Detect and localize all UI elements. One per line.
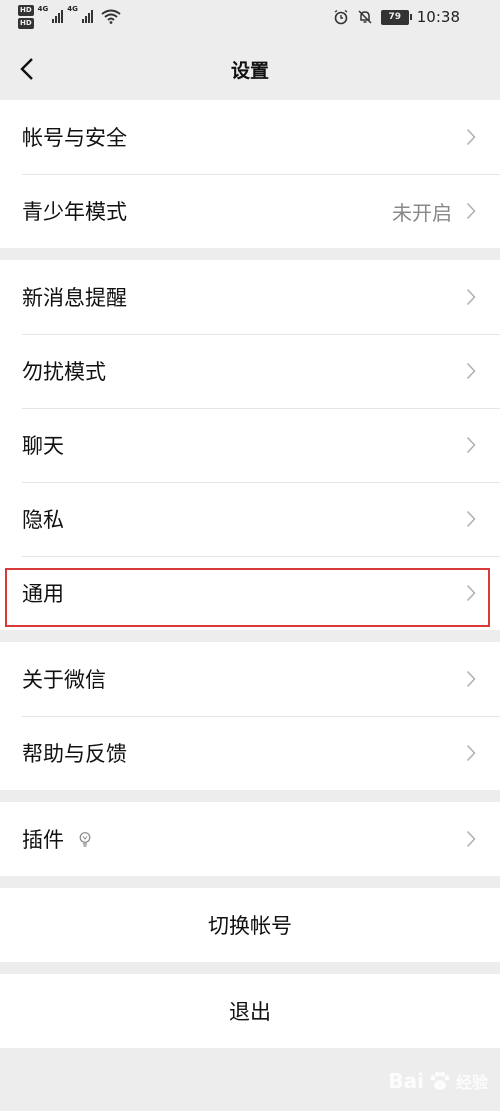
settings-item-label: 帮助与反馈 [22,742,127,766]
chevron-right-icon [466,830,476,848]
network-type-2: 4G [67,5,78,13]
status-bar: HD HD 4G 4G 79 10:38 [0,0,500,38]
watermark-suffix: 经验 [455,1073,488,1092]
chevron-right-icon [466,744,476,762]
settings-item-new-message-alerts[interactable]: 新消息提醒 [0,260,500,334]
settings-item-teen-mode[interactable]: 青少年模式 未开启 [0,174,500,248]
settings-item-label: 帐号与安全 [22,126,127,150]
switch-account-button[interactable]: 切换帐号 [0,888,500,962]
hd-badge-2: HD [18,18,34,29]
chevron-right-icon [466,670,476,688]
logout-button[interactable]: 退出 [0,974,500,1048]
settings-item-plugins[interactable]: 插件 [0,802,500,876]
settings-item-label: 聊天 [22,434,64,458]
signal-icon-1 [52,9,64,23]
chevron-right-icon [466,288,476,306]
settings-item-label: 青少年模式 [22,200,127,224]
chevron-right-icon [466,202,476,220]
group-divider [0,790,500,802]
settings-group-plugins: 插件 [0,802,500,876]
watermark: Bai 经验 [388,1069,488,1093]
settings-group-notifications: 新消息提醒 勿扰模式 聊天 隐私 通用 [0,260,500,630]
settings-item-chat[interactable]: 聊天 [0,408,500,482]
paw-icon [430,1071,450,1090]
hd-badge-1: HD [18,5,34,16]
navbar: 设置 [0,38,500,100]
group-divider [0,630,500,642]
page-title: 设置 [230,60,269,82]
settings-item-general[interactable]: 通用 [0,556,500,630]
settings-item-help-feedback[interactable]: 帮助与反馈 [0,716,500,790]
settings-item-label: 插件 [22,828,64,852]
settings-item-about-wechat[interactable]: 关于微信 [0,642,500,716]
settings-item-account-security[interactable]: 帐号与安全 [0,100,500,174]
chevron-right-icon [466,584,476,602]
signal-icon-2 [81,9,93,23]
battery-icon: 79 [380,9,412,25]
group-divider [0,962,500,974]
settings-item-label: 勿扰模式 [22,360,106,384]
lightbulb-icon [79,832,91,847]
status-right: 79 10:38 [333,8,460,26]
group-divider [0,248,500,260]
status-time: 10:38 [416,8,460,26]
mute-bell-icon [358,10,372,24]
settings-group-about: 关于微信 帮助与反馈 [0,642,500,790]
watermark-brand: Bai [388,1069,424,1093]
settings-item-label: 通用 [22,582,64,606]
group-divider [0,876,500,888]
settings-item-label: 隐私 [22,508,64,532]
alarm-icon [334,9,348,25]
chevron-right-icon [466,128,476,146]
settings-group-account: 帐号与安全 青少年模式 未开启 [0,100,500,248]
network-type-1: 4G [37,5,49,13]
chevron-right-icon [466,362,476,380]
wifi-icon [101,9,121,24]
chevron-right-icon [466,510,476,528]
settings-item-label: 新消息提醒 [22,286,127,310]
settings-item-do-not-disturb[interactable]: 勿扰模式 [0,334,500,408]
chevron-right-icon [466,436,476,454]
status-left: HD HD 4G 4G [18,5,121,29]
settings-item-privacy[interactable]: 隐私 [0,482,500,556]
teen-mode-status: 未开启 [392,200,452,225]
settings-item-label: 关于微信 [22,668,106,692]
